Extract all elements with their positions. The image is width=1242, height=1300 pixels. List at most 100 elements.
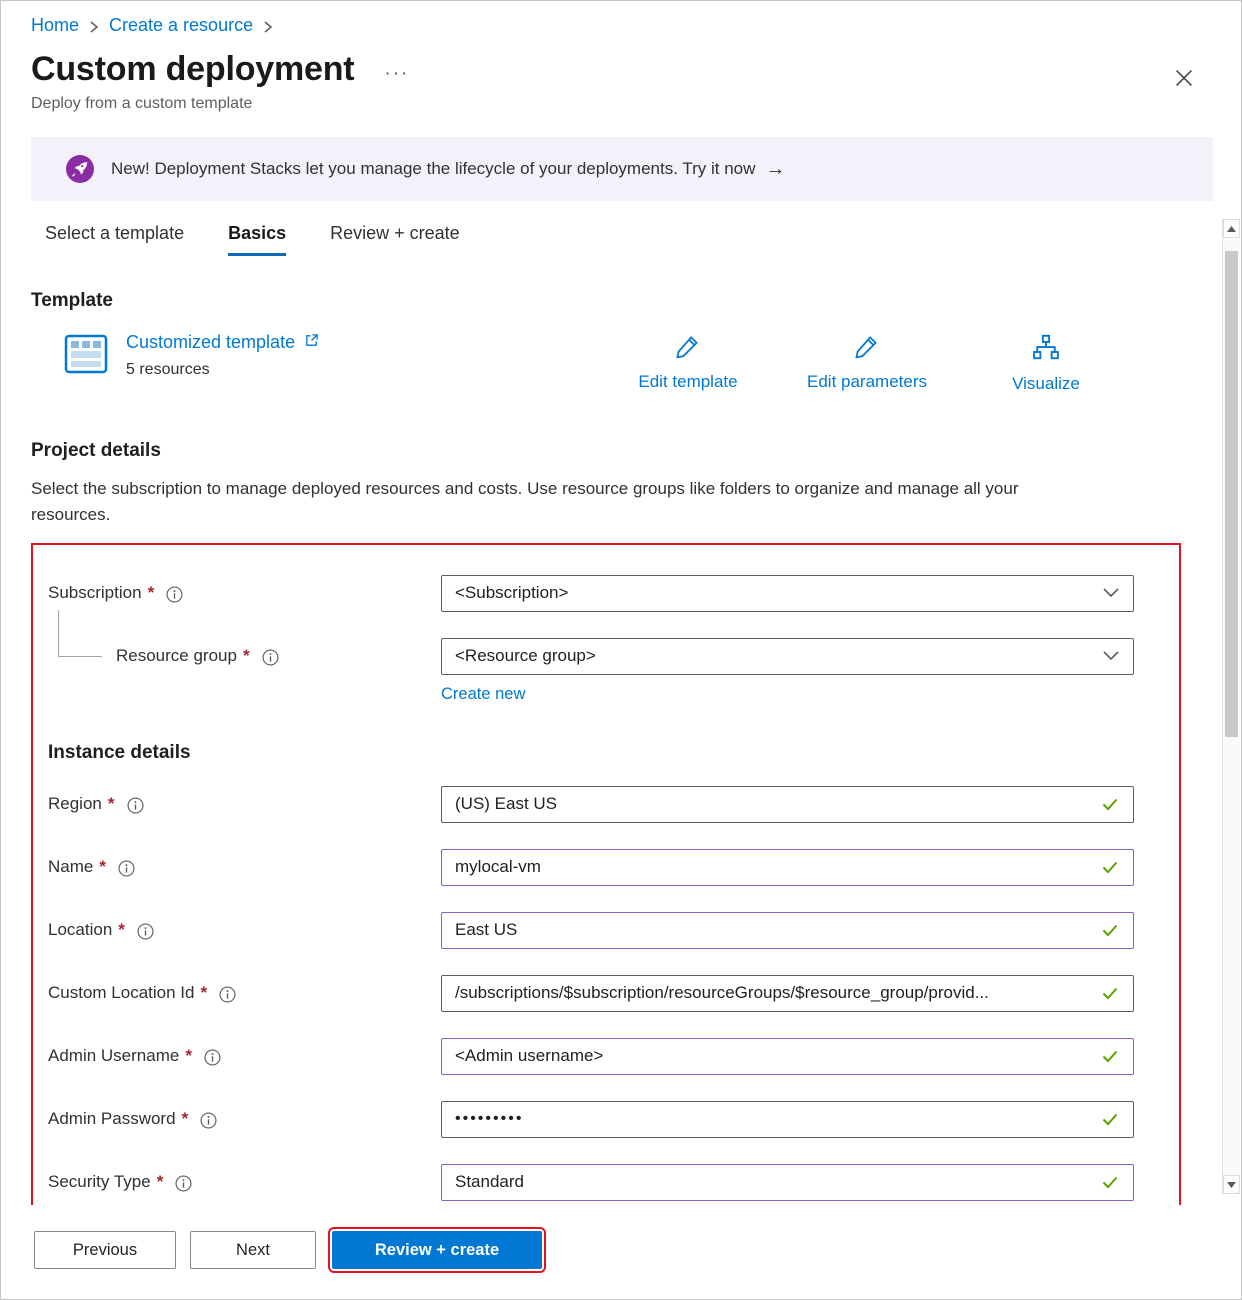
security-type-row: Security Type * Standard [48,1164,1134,1201]
next-button[interactable]: Next [190,1231,316,1269]
main-content: Home Create a resource Custom deployment… [1,1,1241,1229]
deployment-stacks-banner[interactable]: New! Deployment Stacks let you manage th… [31,137,1213,201]
breadcrumb-create-a-resource[interactable]: Create a resource [109,15,253,36]
info-icon[interactable] [127,797,144,814]
template-row: Customized template 5 resources Edit tem… [31,332,1241,394]
custom-location-id-row: Custom Location Id * /subscriptions/$sub… [48,975,1134,1012]
checkmark-icon [1100,1046,1120,1066]
subscription-row: Subscription * <Subscription> [48,575,1134,612]
create-new-link[interactable]: Create new [441,685,525,703]
location-row: Location * East US [48,912,1134,949]
chevron-right-icon [88,20,100,34]
required-marker: * [243,646,250,666]
chevron-right-icon [262,20,274,34]
tree-connector [58,610,102,657]
location-label: Location * [48,920,441,940]
info-icon[interactable] [200,1112,217,1129]
required-marker: * [108,794,115,814]
resource-group-dropdown[interactable]: <Resource group> [441,638,1134,675]
required-marker: * [118,920,125,940]
custom-deployment-page: Home Create a resource Custom deployment… [0,0,1242,1300]
scroll-up-arrow[interactable] [1223,219,1240,238]
region-row: Region * (US) East US [48,786,1134,823]
scroll-thumb[interactable] [1225,251,1238,737]
close-icon[interactable] [1171,65,1197,94]
info-icon[interactable] [166,586,183,603]
template-icon [64,332,108,381]
instance-details-heading: Instance details [48,742,1134,764]
required-marker: * [182,1109,189,1129]
checkmark-icon [1100,794,1120,814]
name-row: Name * mylocal-vm [48,849,1134,886]
basics-form-highlighted-area: Subscription * <Subscription> Resource g [31,543,1181,1229]
customized-template-link[interactable]: Customized template [126,332,319,353]
pencil-icon [674,332,702,365]
checkmark-icon [1100,983,1120,1003]
security-type-label: Security Type * [48,1172,441,1192]
checkmark-icon [1100,1109,1120,1129]
breadcrumb: Home Create a resource [31,15,1241,36]
page-title: Custom deployment [31,50,354,89]
edit-template-button[interactable]: Edit template [633,332,743,394]
admin-username-label: Admin Username * [48,1046,441,1066]
template-info: Customized template 5 resources [126,332,319,379]
tab-review-create[interactable]: Review + create [330,223,460,256]
resource-group-row: Resource group * <Resource group> [48,638,1134,675]
rocket-icon [65,154,95,184]
tab-bar: Select a template Basics Review + create [31,223,1241,256]
template-resource-count: 5 resources [126,361,319,379]
previous-button[interactable]: Previous [34,1231,176,1269]
arrow-right-icon: → [765,158,785,181]
required-marker: * [99,857,106,877]
info-icon[interactable] [118,860,135,877]
scroll-down-arrow[interactable] [1223,1175,1240,1194]
hierarchy-icon [1031,332,1061,367]
required-marker: * [157,1172,164,1192]
tab-select-a-template[interactable]: Select a template [45,223,184,256]
info-icon[interactable] [175,1175,192,1192]
location-input[interactable]: East US [441,912,1134,949]
pencil-icon [853,332,881,365]
project-details-heading: Project details [31,440,1241,462]
required-marker: * [200,983,207,1003]
footer-bar: Previous Next Review + create [1,1205,1241,1299]
admin-username-input[interactable]: <Admin username> [441,1038,1134,1075]
tab-basics[interactable]: Basics [228,223,286,256]
admin-password-label: Admin Password * [48,1109,441,1129]
vertical-scrollbar[interactable] [1222,219,1240,1194]
template-section-heading: Template [31,290,1241,312]
breadcrumb-home[interactable]: Home [31,15,79,36]
security-type-input[interactable]: Standard [441,1164,1134,1201]
external-link-icon [304,332,319,353]
chevron-down-icon [1102,587,1120,599]
chevron-down-icon [1102,650,1120,662]
info-icon[interactable] [204,1049,221,1066]
create-new-row: Create new [441,685,1134,704]
custom-location-id-label: Custom Location Id * [48,983,441,1003]
checkmark-icon [1100,857,1120,877]
required-marker: * [185,1046,192,1066]
name-input[interactable]: mylocal-vm [441,849,1134,886]
custom-location-id-input[interactable]: /subscriptions/$subscription/resourceGro… [441,975,1134,1012]
checkmark-icon [1100,920,1120,940]
region-input[interactable]: (US) East US [441,786,1134,823]
project-details-description: Select the subscription to manage deploy… [31,476,1096,529]
review-create-button[interactable]: Review + create [332,1231,542,1269]
banner-text: New! Deployment Stacks let you manage th… [111,159,755,179]
region-label: Region * [48,794,441,814]
subscription-dropdown[interactable]: <Subscription> [441,575,1134,612]
title-row: Custom deployment ··· [31,50,1241,89]
name-label: Name * [48,857,441,877]
visualize-button[interactable]: Visualize [991,332,1101,394]
more-menu-button[interactable]: ··· [384,63,409,85]
required-marker: * [148,583,155,603]
admin-username-row: Admin Username * <Admin username> [48,1038,1134,1075]
page-subtitle: Deploy from a custom template [31,95,1241,113]
template-actions: Edit template Edit parameters Visualize [633,332,1101,394]
admin-password-input[interactable]: ••••••••• [441,1101,1134,1138]
resource-group-label: Resource group * [48,646,441,666]
info-icon[interactable] [137,923,154,940]
info-icon[interactable] [262,649,279,666]
edit-parameters-button[interactable]: Edit parameters [807,332,927,394]
info-icon[interactable] [219,986,236,1003]
